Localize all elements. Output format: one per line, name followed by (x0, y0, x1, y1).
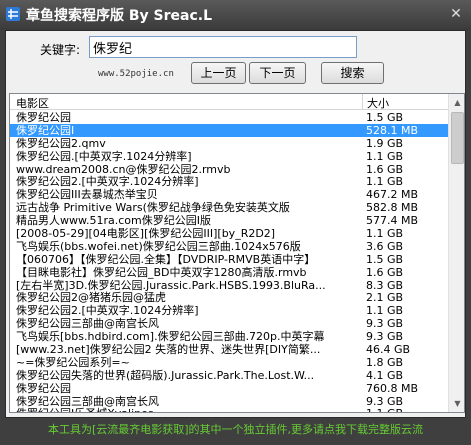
item-name: 侏罗纪公园2.qmv (16, 136, 106, 150)
watermark-text: www.52pojie.cn (98, 69, 174, 79)
item-name: [左右半宽]3D.侏罗纪公园.Jurassic.Park.HSBS.1993.B… (16, 278, 326, 292)
list-item[interactable]: 侏罗纪公园2.[中英双字.1024分辨率] 1.1 GB (10, 304, 448, 317)
item-size: 1.1 GB (366, 149, 404, 163)
item-name: 侏罗纪公园三部曲@南宫长风 (16, 394, 159, 408)
item-size: 1.6 GB (366, 265, 404, 279)
item-name: 侏罗纪公园.[中英双字.1024分辨率] (16, 149, 192, 163)
item-size: 1.1 GB (366, 175, 404, 189)
list-item[interactable]: 飞鸟娱乐(bbs.wofei.net)侏罗纪公园三部曲.1024x576版 3.6… (10, 240, 448, 253)
results-list[interactable]: 电影区 大小 侏罗纪公园 1.5 GB 侏罗纪公园I 528.1 MB 侏罗纪公园2.q… (9, 93, 465, 413)
item-size: 4.1 GB (366, 368, 404, 382)
app-logo-icon (6, 7, 20, 21)
item-size: 1.1 GB (366, 304, 404, 318)
item-size: 1.5 GB (366, 252, 404, 266)
item-size: 1.8 GB (366, 355, 404, 369)
list-item[interactable]: 侏罗纪公园 760.8 MB (10, 382, 448, 395)
item-size: 3.6 GB (366, 239, 404, 253)
item-name: ~=侏罗纪公园系列=~ (16, 355, 130, 369)
item-size: 1.9 GB (366, 136, 404, 150)
item-name: 侏罗纪公园 (16, 381, 71, 395)
item-size: 46.4 GB (366, 343, 411, 357)
item-name: 侏罗纪公园 (16, 111, 71, 124)
item-size: 1.1 GB (366, 227, 404, 241)
item-name: 【目眯电影社】侏罗纪公园_BD中英双字1280高清版.rmvb (16, 265, 307, 279)
item-name: 侏罗纪公园2.[中英双字.1024分辨率] (16, 304, 199, 318)
list-item[interactable]: 侏罗纪公园I乐圣城Xvalipes 1.1 GB (10, 407, 448, 412)
keyword-input[interactable] (89, 36, 357, 58)
vertical-scrollbar[interactable]: ▲ ▼ (448, 94, 464, 412)
list-item[interactable]: 侏罗纪公园I 528.1 MB (10, 123, 448, 137)
item-size: 528.1 MB (366, 123, 419, 137)
item-name: 侏罗纪公园失落的世界(超码版).Jurassic.Park.The.Lost.W… (16, 368, 315, 382)
item-size: 582.8 MB (366, 201, 419, 215)
item-name: 侏罗纪公园三部曲@南宫长风 (16, 317, 159, 331)
list-item[interactable]: [2008-05-29][04电影区][侏罗纪公园III][by_R2D2] 1.… (10, 227, 448, 240)
list-item[interactable]: 侏罗纪公园III去暴城杰举宝贝 467.2 MB (10, 188, 448, 201)
window-title: 章鱼搜索程序版 By Sreac.L (26, 8, 213, 24)
item-name: 侏罗纪公园2.[中英双字.1024分辨率] (16, 175, 199, 189)
item-name: 飞鸟娱乐(bbs.wofei.net)侏罗纪公园三部曲.1024x576版 (16, 239, 301, 253)
list-item[interactable]: 【目眯电影社】侏罗纪公园_BD中英双字1280高清版.rmvb 1.6 GB (10, 266, 448, 279)
list-item[interactable]: 侏罗纪公园2@猪猪乐园@猛虎 2.1 GB (10, 291, 448, 304)
list-item[interactable]: 侏罗纪公园三部曲@南宫长风 9.3 GB (10, 395, 448, 408)
item-size: 9.3 GB (366, 394, 404, 408)
next-page-button[interactable]: 下一页 (249, 62, 306, 84)
item-size: 9.3 GB (366, 317, 404, 331)
item-name: 精品男人www.51ra.com侏罗纪公园I版 (16, 214, 211, 228)
item-size: 8.3 GB (366, 278, 404, 292)
footer-link[interactable]: 本工具为[云流最齐电影获取]的其中一个独立插件,更多请点我下载完整版云流 (0, 419, 471, 441)
item-name: 飞鸟娱乐[bbs.hdbird.com].侏罗纪公园三部曲.720p.中英字幕 (16, 330, 325, 344)
prev-page-button[interactable]: 上一页 (191, 62, 246, 84)
list-item[interactable]: 精品男人www.51ra.com侏罗纪公园I版 577.4 MB (10, 214, 448, 227)
item-name: 侏罗纪公园I乐圣城Xvalipes (16, 407, 362, 412)
item-name: 远古战争 Primitive Wars(侏罗纪战争绿色免安装英文版 (16, 201, 290, 215)
close-icon[interactable]: ✕ (447, 6, 465, 22)
title-bar[interactable]: 章鱼搜索程序版 By Sreac.L ✕ (0, 0, 471, 30)
column-header-size[interactable]: 大小 (367, 95, 389, 111)
item-name: 侏罗纪公园I (16, 123, 75, 137)
item-name: [www.23.net]侏罗纪公园2 失落的世界、迷失世界[DIY简繁... (16, 343, 321, 357)
item-size: 577.4 MB (366, 214, 419, 228)
list-item[interactable]: 侏罗纪公园2.qmv 1.9 GB (10, 137, 448, 150)
item-size: 760.8 MB (366, 381, 419, 395)
list-item[interactable]: 侏罗纪公园失落的世界(超码版).Jurassic.Park.The.Lost.W… (10, 369, 448, 382)
item-size: 2.1 GB (366, 291, 404, 305)
list-item[interactable]: 【060706】【侏罗纪公园.全集】【DVDRIP-RMVB英语中字】 1.5 G… (10, 253, 448, 266)
list-item[interactable]: 侏罗纪公园2.[中英双字.1024分辨率] 1.1 GB (10, 175, 448, 188)
scroll-up-icon[interactable]: ▲ (449, 94, 464, 111)
item-size: 1.6 GB (366, 162, 404, 176)
scroll-thumb[interactable] (451, 112, 464, 164)
item-name: www.dream2008.cn@侏罗纪公园2.rmvb (16, 162, 231, 176)
column-divider[interactable] (362, 94, 363, 110)
item-size: 9.3 GB (366, 330, 404, 344)
list-item[interactable]: 远古战争 Primitive Wars(侏罗纪战争绿色免安装英文版 582.8 M… (10, 201, 448, 214)
column-header-name[interactable]: 电影区 (16, 95, 49, 111)
app-window: 章鱼搜索程序版 By Sreac.L ✕ 关键字: www.52pojie.cn… (0, 0, 471, 445)
list-item[interactable]: [左右半宽]3D.侏罗纪公园.Jurassic.Park.HSBS.1993.B… (10, 279, 448, 292)
list-item[interactable]: 飞鸟娱乐[bbs.hdbird.com].侏罗纪公园三部曲.720p.中英字幕 9… (10, 330, 448, 343)
results-rows: 侏罗纪公园 1.5 GB 侏罗纪公园I 528.1 MB 侏罗纪公园2.qmv 1.9 G… (10, 111, 448, 412)
item-name: [2008-05-29][04电影区][侏罗纪公园III][by_R2D2] (16, 227, 276, 241)
list-item[interactable]: 侏罗纪公园 1.5 GB (10, 111, 448, 124)
scroll-down-icon[interactable]: ▼ (449, 395, 464, 412)
item-size: 1.1 GB (366, 407, 403, 412)
list-header: 电影区 大小 (10, 94, 448, 110)
item-name: 侏罗纪公园2@猪猪乐园@猛虎 (16, 291, 166, 305)
list-item[interactable]: 侏罗纪公园三部曲@南宫长风 9.3 GB (10, 317, 448, 330)
item-size: 467.2 MB (366, 188, 419, 202)
list-item[interactable]: [www.23.net]侏罗纪公园2 失落的世界、迷失世界[DIY简繁... 46… (10, 343, 448, 356)
item-name: 【060706】【侏罗纪公园.全集】【DVDRIP-RMVB英语中字】 (16, 252, 316, 266)
list-item[interactable]: www.dream2008.cn@侏罗纪公园2.rmvb 1.6 GB (10, 163, 448, 176)
item-name: 侏罗纪公园III去暴城杰举宝贝 (16, 188, 158, 202)
item-size: 1.5 GB (366, 111, 404, 124)
list-item[interactable]: 侏罗纪公园.[中英双字.1024分辨率] 1.1 GB (10, 150, 448, 163)
keyword-label: 关键字: (40, 43, 81, 57)
search-button[interactable]: 搜索 (321, 62, 384, 84)
main-panel: 关键字: www.52pojie.cn 上一页 下一页 搜索 电影区 大小 侏罗… (5, 30, 466, 418)
list-item[interactable]: ~=侏罗纪公园系列=~ 1.8 GB (10, 356, 448, 369)
